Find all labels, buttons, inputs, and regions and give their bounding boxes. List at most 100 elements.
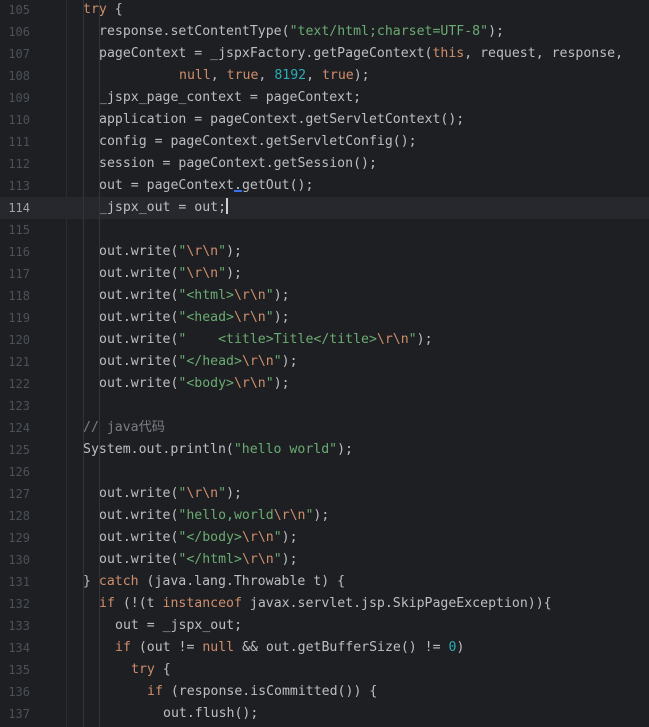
code-line[interactable]: 107 pageContext = _jspxFactory.getPageCon… <box>0 43 649 65</box>
code-line[interactable]: 126 <box>0 461 649 483</box>
code-token: out.write( <box>99 288 179 303</box>
line-number: 122 <box>8 377 30 391</box>
line-number: 112 <box>8 157 30 171</box>
code-token: "</head> <box>178 354 242 369</box>
code-token: try <box>131 662 155 677</box>
code-token: ); <box>273 310 290 325</box>
code-token: this <box>432 46 465 61</box>
line-number: 118 <box>8 289 30 303</box>
code-line[interactable]: 131} catch (java.lang.Throwable t) { <box>0 571 649 593</box>
code-line[interactable]: 116 out.write("\r\n"); <box>0 241 649 263</box>
code-text: pageContext = _jspxFactory.getPageContex… <box>99 43 623 65</box>
code-token: } <box>83 574 99 589</box>
code-token: out.write( <box>99 266 179 281</box>
code-text: out.flush(); <box>163 703 258 725</box>
code-text: out.write("</head>\r\n"); <box>99 351 298 373</box>
code-line[interactable]: 130 out.write("</html>\r\n"); <box>0 549 649 571</box>
indent-guide <box>83 0 84 727</box>
code-line[interactable]: 125 System.out.println("hello world"); <box>0 439 649 461</box>
code-token: out.write( <box>99 530 179 545</box>
code-line[interactable]: 121 out.write("</head>\r\n"); <box>0 351 649 373</box>
line-number: 108 <box>8 69 30 83</box>
code-line[interactable]: 124 // java代码 <box>0 417 649 439</box>
code-text: out.write("\r\n"); <box>99 263 242 285</box>
code-token: "<body> <box>178 376 234 391</box>
code-editor[interactable]: 105 try {106 response.setContentType("text… <box>0 0 649 727</box>
line-number: 117 <box>8 267 30 281</box>
code-token: catch <box>98 574 139 589</box>
code-line[interactable]: 133 out = _jspx_out; <box>0 615 649 637</box>
code-line[interactable]: 118 out.write("<html>\r\n"); <box>0 285 649 307</box>
code-token: response.setContentType( <box>99 24 290 39</box>
code-token: javax.servlet.jsp.SkipPageException)){ <box>241 596 552 611</box>
code-token: "</body> <box>178 530 242 545</box>
code-line[interactable]: 132 if (!(t instanceof javax.servlet.jsp.… <box>0 593 649 615</box>
code-line[interactable]: 113 out = pageContext.getOut(); <box>0 175 649 197</box>
code-line[interactable]: 109 _jspx_page_context = pageContext; <box>0 87 649 109</box>
code-line[interactable]: 110 application = pageContext.getServletC… <box>0 109 649 131</box>
code-token: "</html> <box>178 552 242 567</box>
code-text: if (out != null && out.getBufferSize() !… <box>115 637 464 659</box>
code-line[interactable]: 120 out.write(" <title>Title</title>\r\n"… <box>0 329 649 351</box>
line-number: 106 <box>8 25 30 39</box>
code-text: _jspx_page_context = pageContext; <box>99 87 361 109</box>
code-token: , <box>306 68 322 83</box>
code-token: ); <box>226 244 242 259</box>
code-line[interactable]: 136 if (response.isCommitted()) { <box>0 681 649 703</box>
code-line[interactable]: 135 try { <box>0 659 649 681</box>
code-line[interactable]: 117 out.write("\r\n"); <box>0 263 649 285</box>
code-token: out.write( <box>99 552 179 567</box>
code-line[interactable]: 122 out.write("<body>\r\n"); <box>0 373 649 395</box>
line-number: 136 <box>8 685 30 699</box>
line-number: 126 <box>8 465 30 479</box>
text-caret <box>226 198 229 214</box>
code-text: try { <box>131 659 171 681</box>
code-text: null, true, 8192, true); <box>179 65 370 87</box>
code-text: System.out.println("hello world"); <box>83 439 353 461</box>
code-line[interactable]: 105 try { <box>0 0 649 21</box>
code-text: out.write("hello,world\r\n"); <box>99 505 329 527</box>
code-token: session = pageContext.getSession(); <box>99 156 377 171</box>
code-token: \r\n <box>186 486 219 501</box>
code-line[interactable]: 127 out.write("\r\n"); <box>0 483 649 505</box>
line-number: 133 <box>8 619 30 633</box>
code-line[interactable]: 108 null, true, 8192, true); <box>0 65 649 87</box>
line-number: 115 <box>8 223 30 237</box>
code-line[interactable]: 115 <box>0 219 649 241</box>
code-token: config = pageContext.getServletConfig(); <box>99 134 417 149</box>
code-line[interactable]: 134 if (out != null && out.getBufferSize(… <box>0 637 649 659</box>
code-line[interactable]: 128 out.write("hello,world\r\n"); <box>0 505 649 527</box>
code-text: out.write("<body>\r\n"); <box>99 373 290 395</box>
line-number: 107 <box>8 47 30 61</box>
code-token: if <box>115 640 131 655</box>
code-token: " <box>273 530 282 545</box>
code-token: (response.isCommitted()) { <box>162 684 378 699</box>
code-line[interactable]: 129 out.write("</body>\r\n"); <box>0 527 649 549</box>
code-line[interactable]: 106 response.setContentType("text/html;ch… <box>0 21 649 43</box>
code-line[interactable]: 137 out.flush(); <box>0 703 649 725</box>
code-token: , <box>210 68 227 83</box>
code-text: } catch (java.lang.Throwable t) { <box>83 571 345 593</box>
code-line[interactable]: 112 session = pageContext.getSession(); <box>0 153 649 175</box>
line-number: 130 <box>8 553 30 567</box>
code-token: \r\n <box>241 552 274 567</box>
code-text: out.write("</body>\r\n"); <box>99 527 298 549</box>
code-token: ); <box>281 354 298 369</box>
code-token: ); <box>281 530 298 545</box>
code-line[interactable]: 111 config = pageContext.getServletConfig… <box>0 131 649 153</box>
code-token: System.out.println( <box>83 442 234 457</box>
code-text: out.write("<html>\r\n"); <box>99 285 290 307</box>
code-line[interactable]: 123 <box>0 395 649 417</box>
code-line[interactable]: 114 _jspx_out = out; <box>0 197 649 219</box>
indent-guide <box>99 0 100 727</box>
code-token: "hello world" <box>233 442 338 457</box>
code-token: null <box>202 640 235 655</box>
code-token: ); <box>488 24 504 39</box>
code-line[interactable]: 119 out.write("<head>\r\n"); <box>0 307 649 329</box>
code-token: " <box>265 376 274 391</box>
code-token: " <title>Title</title> <box>178 332 377 347</box>
line-number: 134 <box>8 641 30 655</box>
line-number: 113 <box>8 179 30 193</box>
code-token: out.write( <box>99 508 179 523</box>
line-number: 109 <box>8 91 30 105</box>
